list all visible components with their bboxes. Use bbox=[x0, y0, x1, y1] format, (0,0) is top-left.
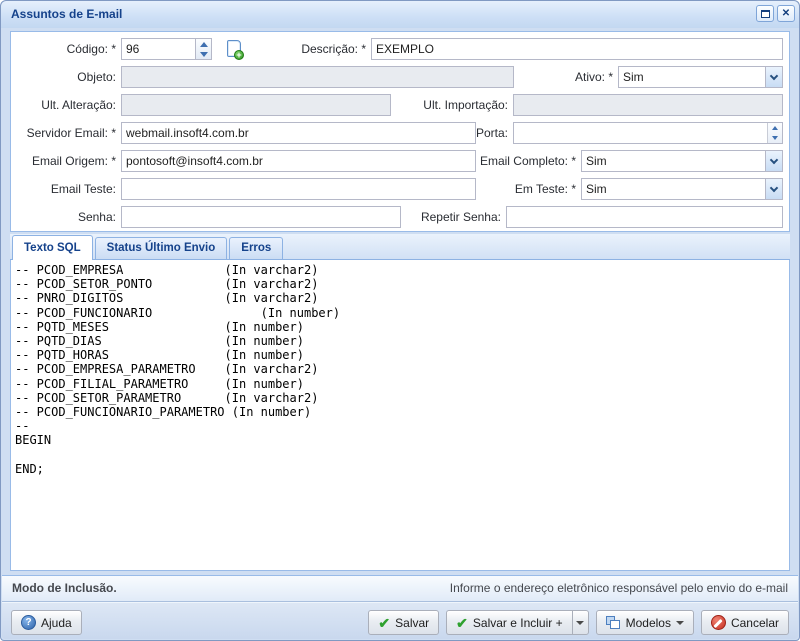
help-button[interactable]: ? Ajuda bbox=[11, 610, 82, 635]
models-button[interactable]: Modelos bbox=[596, 610, 694, 635]
save-and-new-dropdown-arrow[interactable] bbox=[572, 610, 589, 635]
email-completo-label: Email Completo: * bbox=[466, 150, 576, 172]
spinner-up-icon[interactable] bbox=[196, 39, 211, 49]
status-mode-text: Modo de Inclusão. bbox=[12, 576, 117, 601]
chevron-down-icon bbox=[770, 155, 778, 163]
chevron-down-icon bbox=[770, 183, 778, 191]
help-button-label: Ajuda bbox=[41, 616, 72, 630]
ult-alteracao-label: Ult. Alteração: bbox=[16, 94, 116, 116]
email-teste-label: Email Teste: bbox=[16, 178, 116, 200]
porta-input[interactable] bbox=[514, 123, 765, 143]
spinner-down-icon[interactable] bbox=[196, 49, 211, 59]
tab-status-ultimo-envio[interactable]: Status Último Envio bbox=[95, 237, 228, 259]
sql-text[interactable]: -- PCOD_EMPRESA (In varchar2) -- PCOD_SE… bbox=[15, 263, 789, 476]
ult-importacao-label: Ult. Importação: bbox=[401, 94, 508, 116]
ativo-combo[interactable] bbox=[618, 66, 783, 88]
ult-alteracao-input bbox=[121, 94, 391, 116]
em-teste-combo[interactable] bbox=[581, 178, 783, 200]
email-origem-input[interactable] bbox=[121, 150, 476, 172]
new-document-icon: + bbox=[227, 40, 241, 57]
repetir-senha-label: Repetir Senha: bbox=[391, 206, 501, 228]
new-record-button[interactable]: + bbox=[222, 37, 246, 60]
email-origem-label: Email Origem: * bbox=[16, 150, 116, 172]
codigo-input[interactable] bbox=[121, 38, 196, 60]
footer-toolbar: ? Ajuda ✔ Salvar ✔ Salvar e Incluir + bbox=[2, 602, 798, 639]
ativo-combo-input[interactable] bbox=[619, 67, 765, 87]
cancel-button-label: Cancelar bbox=[731, 616, 779, 630]
servidor-email-label: Servidor Email: * bbox=[16, 122, 116, 144]
sql-editor-panel: -- PCOD_EMPRESA (In varchar2) -- PCOD_SE… bbox=[10, 260, 790, 571]
save-button[interactable]: ✔ Salvar bbox=[368, 610, 439, 635]
ativo-label: Ativo: * bbox=[513, 66, 613, 88]
plus-badge-icon: + bbox=[234, 50, 244, 60]
close-button[interactable]: ✕ bbox=[777, 5, 795, 22]
senha-label: Senha: bbox=[16, 206, 116, 228]
em-teste-label: Em Teste: * bbox=[466, 178, 576, 200]
tab-erros[interactable]: Erros bbox=[229, 237, 283, 259]
window-titlebar[interactable]: Assuntos de E-mail ✕ bbox=[1, 1, 799, 28]
help-icon: ? bbox=[21, 615, 36, 630]
check-icon: ✔ bbox=[456, 616, 468, 630]
email-form-panel: Código: * + Descrição: * Objeto: Ativo: … bbox=[10, 31, 790, 232]
objeto-label: Objeto: bbox=[16, 66, 116, 88]
codigo-spinner[interactable] bbox=[195, 38, 212, 60]
save-and-new-splitbutton: ✔ Salvar e Incluir + bbox=[446, 610, 588, 635]
check-icon: ✔ bbox=[378, 616, 390, 630]
caret-down-icon bbox=[676, 621, 684, 625]
spinner-down-icon[interactable] bbox=[768, 133, 782, 143]
porta-spinner[interactable] bbox=[767, 123, 782, 143]
templates-icon bbox=[606, 616, 621, 630]
cancel-icon bbox=[711, 615, 726, 630]
tab-texto-sql[interactable]: Texto SQL bbox=[12, 235, 93, 260]
save-and-new-button[interactable]: ✔ Salvar e Incluir + bbox=[446, 610, 571, 635]
models-button-label: Modelos bbox=[626, 616, 671, 630]
ult-importacao-input bbox=[513, 94, 783, 116]
maximize-icon bbox=[761, 10, 770, 18]
porta-field[interactable] bbox=[513, 122, 783, 144]
status-bar: Modo de Inclusão. Informe o endereço ele… bbox=[2, 575, 798, 602]
repetir-senha-input[interactable] bbox=[506, 206, 783, 228]
footer-button-group: ✔ Salvar ✔ Salvar e Incluir + Modelos bbox=[368, 610, 789, 635]
maximize-button[interactable] bbox=[756, 5, 774, 22]
status-hint-text: Informe o endereço eletrônico responsáve… bbox=[450, 576, 788, 601]
codigo-label: Código: * bbox=[16, 38, 116, 60]
email-completo-combo-input[interactable] bbox=[582, 151, 765, 171]
close-icon: ✕ bbox=[782, 9, 790, 19]
chevron-down-icon bbox=[770, 71, 778, 79]
spinner-up-icon[interactable] bbox=[768, 123, 782, 133]
descricao-label: Descrição: * bbox=[266, 38, 366, 60]
caret-down-icon bbox=[576, 621, 584, 625]
descricao-input[interactable] bbox=[371, 38, 783, 60]
dialog-window: Assuntos de E-mail ✕ Código: * + Descriç… bbox=[0, 0, 800, 641]
save-button-label: Salvar bbox=[395, 616, 429, 630]
objeto-input bbox=[121, 66, 514, 88]
window-controls: ✕ bbox=[756, 5, 795, 22]
em-teste-combo-input[interactable] bbox=[582, 179, 765, 199]
email-teste-input[interactable] bbox=[121, 178, 476, 200]
em-teste-combo-trigger[interactable] bbox=[765, 179, 782, 199]
porta-label: Porta: bbox=[401, 122, 508, 144]
email-completo-combo[interactable] bbox=[581, 150, 783, 172]
tab-strip: Texto SQL Status Último Envio Erros bbox=[10, 234, 790, 260]
ativo-combo-trigger[interactable] bbox=[765, 67, 782, 87]
save-and-new-button-label: Salvar e Incluir + bbox=[473, 616, 563, 630]
senha-input[interactable] bbox=[121, 206, 401, 228]
cancel-button[interactable]: Cancelar bbox=[701, 610, 789, 635]
window-title: Assuntos de E-mail bbox=[11, 7, 122, 21]
email-completo-combo-trigger[interactable] bbox=[765, 151, 782, 171]
